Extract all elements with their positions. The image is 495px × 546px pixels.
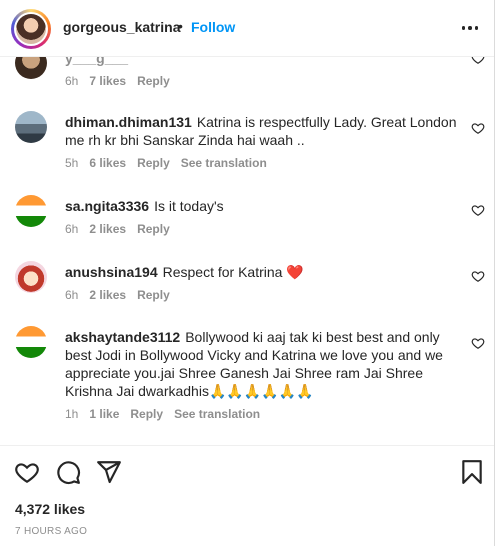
comment-icon[interactable] (55, 459, 81, 485)
bookmark-icon[interactable] (459, 459, 485, 485)
comment-username[interactable]: akshaytande3112 (65, 329, 180, 345)
header-separator: • (178, 18, 183, 34)
comment-likes[interactable]: 2 likes (89, 288, 126, 302)
comment-likes[interactable]: 6 likes (89, 156, 126, 170)
post-header: gorgeous_katrina • Follow (0, 0, 494, 57)
reply-button[interactable]: Reply (137, 74, 170, 88)
comment-meta: 6h 2 likes Reply (65, 222, 170, 236)
reply-button[interactable]: Reply (137, 156, 170, 170)
more-options-icon[interactable] (458, 16, 482, 40)
comment-time[interactable]: 6h (65, 288, 78, 302)
heart-icon[interactable] (471, 336, 485, 350)
commenter-avatar[interactable] (15, 261, 47, 293)
comment-time[interactable]: 1h (65, 407, 78, 421)
comment-meta: 6h 7 likes Reply (65, 74, 170, 88)
comment-text: Is it today's (154, 198, 224, 214)
header-username[interactable]: gorgeous_katrina (63, 19, 180, 35)
like-heart-icon[interactable] (14, 459, 40, 485)
reply-button[interactable]: Reply (137, 288, 170, 302)
reply-button[interactable]: Reply (137, 222, 170, 236)
comment-time[interactable]: 6h (65, 74, 78, 88)
comment-likes[interactable]: 2 likes (89, 222, 126, 236)
comment-likes[interactable]: 7 likes (89, 74, 126, 88)
commenter-avatar[interactable] (15, 111, 47, 143)
comment-text: Respect for Katrina ❤️ (162, 264, 304, 280)
comment-meta: 1h 1 like Reply See translation (65, 407, 260, 421)
follow-button[interactable]: Follow (191, 19, 235, 35)
heart-icon[interactable] (471, 269, 485, 283)
comment-time[interactable]: 5h (65, 156, 78, 170)
comment-username[interactable]: sa.ngita3336 (65, 198, 149, 214)
likes-count[interactable]: 4,372 likes (15, 501, 85, 517)
comment-likes[interactable]: 1 like (89, 407, 119, 421)
post-actions: 4,372 likes 7 HOURS AGO (0, 445, 494, 546)
post-panel: gorgeous_katrina • Follow y___g___ 6h 7 … (0, 0, 495, 546)
comment-username[interactable]: y___g___ (65, 57, 128, 66)
see-translation-button[interactable]: See translation (174, 407, 260, 421)
heart-icon[interactable] (471, 121, 485, 135)
commenter-avatar[interactable] (15, 326, 47, 358)
comment-time[interactable]: 6h (65, 222, 78, 236)
commenter-avatar[interactable] (15, 57, 47, 79)
profile-avatar[interactable] (11, 9, 51, 49)
comment-username[interactable]: anushsina194 (65, 264, 158, 280)
heart-icon[interactable] (471, 57, 485, 65)
comments-list[interactable]: y___g___ 6h 7 likes Reply dhiman.dhiman1… (0, 57, 494, 445)
comment-meta: 5h 6 likes Reply See translation (65, 156, 267, 170)
heart-icon[interactable] (471, 203, 485, 217)
posted-time: 7 HOURS AGO (15, 526, 88, 537)
reply-button[interactable]: Reply (130, 407, 163, 421)
see-translation-button[interactable]: See translation (181, 156, 267, 170)
share-icon[interactable] (96, 459, 122, 485)
comment-username[interactable]: dhiman.dhiman131 (65, 114, 192, 130)
comment-meta: 6h 2 likes Reply (65, 288, 170, 302)
commenter-avatar[interactable] (15, 195, 47, 227)
